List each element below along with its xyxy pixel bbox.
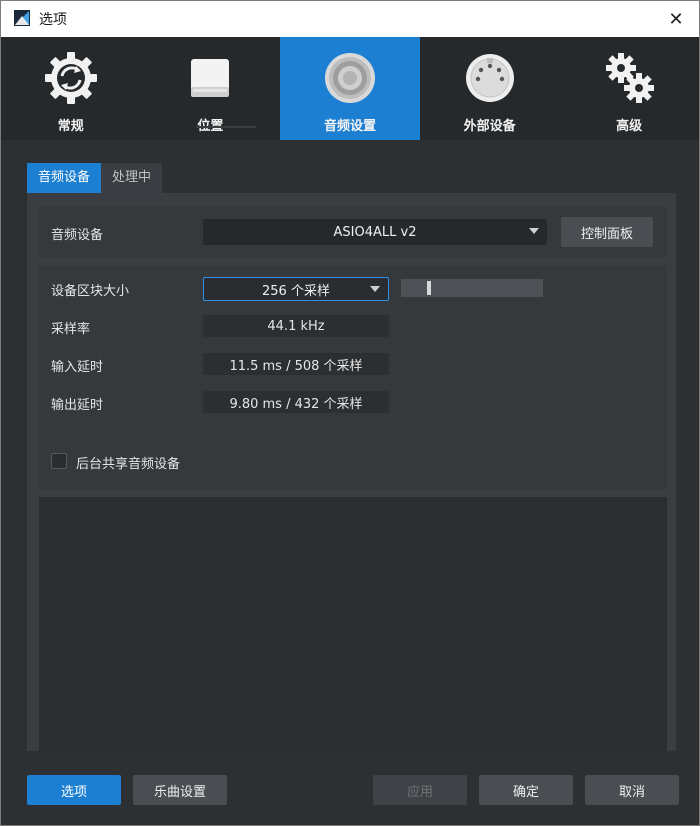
block-size-select[interactable]: 256 个采样 bbox=[203, 277, 389, 301]
nav-label-locations: 位置 bbox=[197, 119, 224, 134]
background-share-checkbox[interactable] bbox=[51, 453, 67, 469]
audio-device-section: 音频设备 ASIO4ALL v2 控制面板 bbox=[39, 207, 667, 257]
nav-label-external-devices: 外部设备 bbox=[463, 119, 516, 134]
audio-device-label: 音频设备 bbox=[51, 228, 104, 243]
output-latency-label: 输出延时 bbox=[51, 398, 104, 413]
sample-rate-label: 采样率 bbox=[51, 322, 91, 337]
audio-device-value: ASIO4ALL v2 bbox=[333, 224, 417, 240]
block-size-label: 设备区块大小 bbox=[51, 284, 130, 299]
audio-device-panel: 音频设备 ASIO4ALL v2 控制面板 设备区块大小 256 个采样 采样率… bbox=[27, 193, 676, 751]
title-bar: 选项 ✕ bbox=[1, 1, 699, 37]
background-share-label: 后台共享音频设备 bbox=[76, 457, 181, 472]
settings-content: 音频设备 处理中 音频设备 ASIO4ALL v2 控制面板 设备区块大小 25… bbox=[23, 163, 679, 751]
nav-item-general[interactable]: 常规 bbox=[1, 37, 141, 140]
nav-item-locations[interactable]: 位置 bbox=[141, 37, 281, 140]
nav-label-audio-setup: 音频设置 bbox=[323, 119, 376, 134]
cancel-button[interactable]: 取消 bbox=[585, 775, 679, 805]
options-window: 选项 ✕ 常规 位置 音频设置 外部设备 高级 音频设备 处理中 音频设备 AS… bbox=[0, 0, 700, 826]
chevron-down-icon bbox=[370, 286, 380, 292]
block-size-slider[interactable] bbox=[401, 279, 543, 297]
slider-handle[interactable] bbox=[427, 281, 431, 295]
close-icon: ✕ bbox=[668, 8, 684, 30]
audio-device-select[interactable]: ASIO4ALL v2 bbox=[203, 219, 547, 245]
app-logo-icon bbox=[14, 10, 30, 26]
gears-icon bbox=[599, 50, 659, 106]
nav-item-audio-setup[interactable]: 音频设置 bbox=[280, 37, 420, 140]
midi-port-icon bbox=[460, 50, 520, 106]
input-latency-label: 输入延时 bbox=[51, 360, 104, 375]
window-title: 选项 bbox=[39, 12, 67, 28]
options-button[interactable]: 选项 bbox=[27, 775, 121, 805]
nav-item-external-devices[interactable]: 外部设备 bbox=[420, 37, 560, 140]
control-panel-button[interactable]: 控制面板 bbox=[561, 217, 653, 247]
drive-icon bbox=[180, 50, 240, 106]
nav-label-advanced: 高级 bbox=[616, 119, 643, 134]
ok-button[interactable]: 确定 bbox=[479, 775, 573, 805]
tab-processing[interactable]: 处理中 bbox=[101, 163, 163, 193]
block-size-value: 256 个采样 bbox=[262, 283, 330, 299]
apply-button[interactable]: 应用 bbox=[373, 775, 467, 805]
close-button[interactable]: ✕ bbox=[653, 1, 699, 37]
tab-audio-device[interactable]: 音频设备 bbox=[27, 163, 102, 193]
sync-gear-icon bbox=[41, 50, 101, 106]
nav-item-advanced[interactable]: 高级 bbox=[559, 37, 699, 140]
nav-underline bbox=[195, 126, 256, 128]
empty-panel-area bbox=[39, 497, 667, 751]
nav-label-general: 常规 bbox=[57, 119, 84, 134]
speaker-icon bbox=[320, 50, 380, 106]
output-latency-value: 9.80 ms / 432 个采样 bbox=[203, 391, 389, 413]
input-latency-value: 11.5 ms / 508 个采样 bbox=[203, 353, 389, 375]
sub-tabs: 音频设备 处理中 bbox=[27, 163, 163, 193]
song-settings-button[interactable]: 乐曲设置 bbox=[133, 775, 227, 805]
sample-rate-value: 44.1 kHz bbox=[203, 315, 389, 337]
device-settings-section: 设备区块大小 256 个采样 采样率 44.1 kHz 输入延时 11.5 ms… bbox=[39, 265, 667, 489]
chevron-down-icon bbox=[529, 228, 539, 234]
category-nav: 常规 位置 音频设置 外部设备 高级 bbox=[1, 37, 699, 140]
